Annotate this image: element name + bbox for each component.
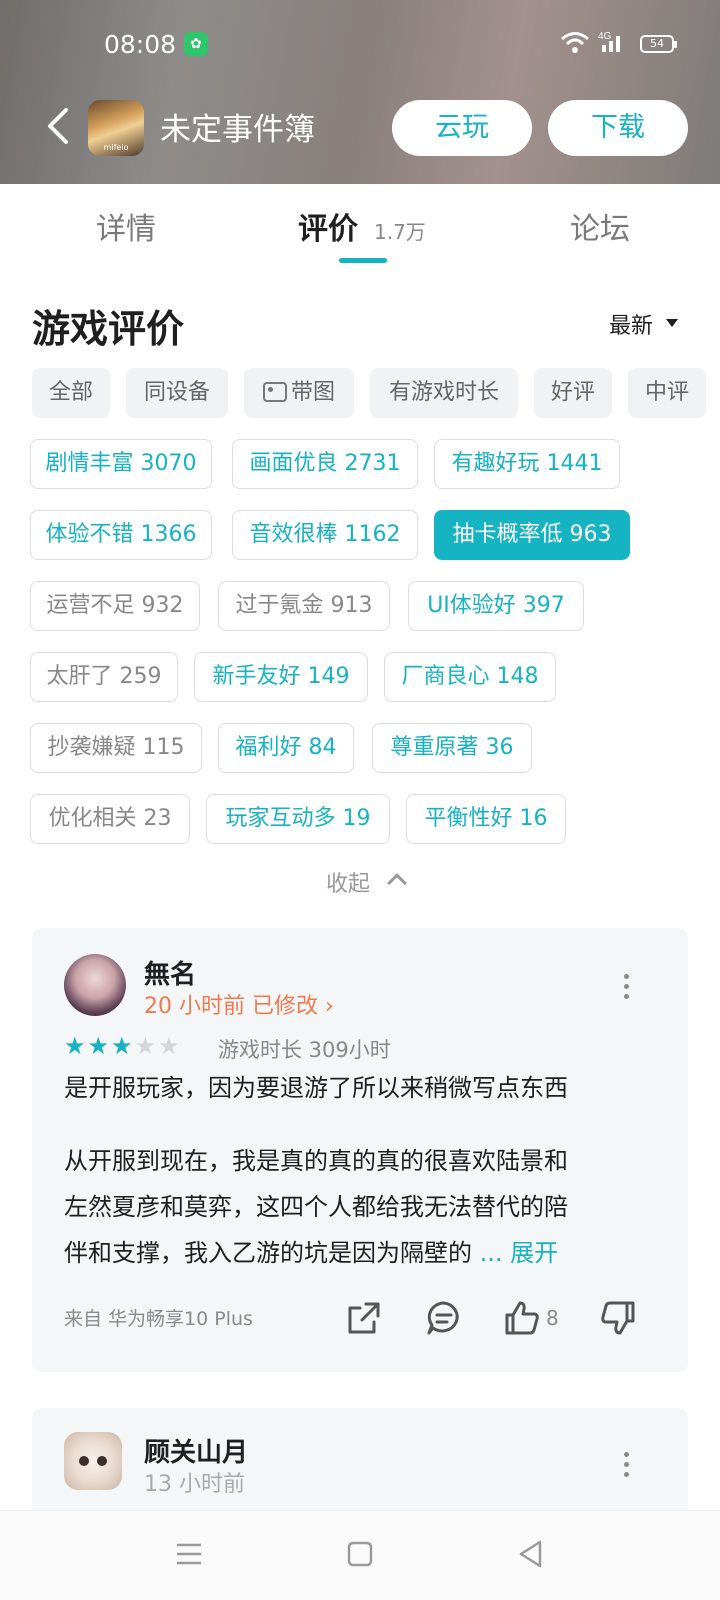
review-first-line: 是开服玩家，因为要退游了所以来稍微写点东西 bbox=[64, 1074, 568, 1102]
thumbs-up-icon[interactable] bbox=[502, 1298, 542, 1338]
tag-faithful-to-original[interactable]: 尊重原著 36 bbox=[372, 723, 532, 773]
filter-positive[interactable]: 好评 bbox=[534, 368, 612, 418]
tab-details[interactable]: 详情 bbox=[96, 204, 156, 248]
review-username[interactable]: 顾关山月 bbox=[144, 1432, 248, 1469]
avatar[interactable] bbox=[64, 954, 126, 1016]
star-filled-icon: ★ bbox=[111, 1032, 135, 1060]
review-time: 13 小时前 bbox=[144, 1472, 245, 1497]
expand-button[interactable]: ... 展开 bbox=[480, 1239, 559, 1267]
device-source: 来自 华为畅享10 Plus bbox=[64, 1308, 253, 1330]
tag-player-interaction[interactable]: 玩家互动多 19 bbox=[206, 794, 390, 844]
collapse-tags-button[interactable]: 收起 bbox=[326, 866, 370, 898]
review-time-text: 20 小时前 已修改 bbox=[144, 994, 318, 1019]
home-icon[interactable] bbox=[345, 1539, 375, 1569]
game-title: 未定事件簿 bbox=[160, 112, 315, 148]
notification-app-icon: ✿ bbox=[184, 32, 208, 56]
tag-fun[interactable]: 有趣好玩 1441 bbox=[434, 439, 620, 489]
cloud-play-button[interactable]: 云玩 bbox=[392, 100, 532, 156]
filter-with-images[interactable]: 带图 bbox=[244, 368, 354, 418]
tag-plagiarism[interactable]: 抄袭嫌疑 115 bbox=[30, 723, 202, 773]
more-options-icon[interactable] bbox=[624, 1452, 630, 1478]
star-empty-icon: ★ bbox=[134, 1032, 159, 1060]
filter-chips: 全部 同设备 带图 有游戏时长 好评 中评 bbox=[32, 368, 720, 420]
comment-icon[interactable] bbox=[424, 1298, 464, 1338]
tag-conscientious-dev[interactable]: 厂商良心 148 bbox=[384, 652, 556, 702]
back-nav-icon[interactable] bbox=[516, 1539, 546, 1569]
active-tab-indicator bbox=[339, 258, 387, 263]
game-icon-caption: mifeio bbox=[103, 143, 129, 152]
filter-same-device[interactable]: 同设备 bbox=[126, 368, 228, 418]
signal-icon: 4G bbox=[598, 31, 620, 52]
caret-down-icon[interactable] bbox=[666, 319, 678, 327]
avatar[interactable] bbox=[64, 1432, 122, 1490]
review-time[interactable]: 20 小时前 已修改 › bbox=[144, 988, 334, 1020]
tag-ui-good[interactable]: UI体验好 397 bbox=[408, 581, 584, 631]
game-icon[interactable]: mifeio bbox=[88, 100, 144, 156]
reviews-count: 1.7万 bbox=[374, 220, 426, 244]
wifi-icon bbox=[561, 32, 589, 53]
battery-icon: 54 bbox=[640, 35, 677, 53]
status-time: 08:08 bbox=[104, 30, 177, 59]
tag-grindy[interactable]: 太肝了 259 bbox=[30, 652, 178, 702]
tag-low-gacha-rate[interactable]: 抽卡概率低 963 bbox=[434, 510, 630, 560]
tab-reviews[interactable]: 评价 bbox=[298, 204, 358, 248]
like-count: 8 bbox=[546, 1306, 559, 1330]
review-card: 無名 20 小时前 已修改 › ★★★★★ 游戏时长 309小时 是开服玩家，因… bbox=[32, 928, 688, 1372]
chevron-up-icon[interactable] bbox=[387, 873, 407, 893]
filter-neutral[interactable]: 中评 bbox=[628, 368, 706, 418]
tab-forum[interactable]: 论坛 bbox=[570, 204, 630, 248]
status-bar: 08:08 ✿ 4G 54 bbox=[0, 0, 720, 90]
playtime: 游戏时长 309小时 bbox=[218, 1038, 391, 1062]
rating-stars: ★★★★★ bbox=[64, 1032, 182, 1060]
tag-graphics-good[interactable]: 画面优良 2731 bbox=[232, 439, 418, 489]
image-icon bbox=[262, 382, 287, 402]
tag-plot-rich[interactable]: 剧情丰富 3070 bbox=[30, 439, 212, 489]
chevron-right-icon: › bbox=[324, 994, 334, 1019]
star-filled-icon: ★ bbox=[64, 1032, 88, 1060]
review-username[interactable]: 無名 bbox=[144, 954, 196, 991]
share-icon[interactable] bbox=[344, 1298, 384, 1338]
tag-good-experience[interactable]: 体验不错 1366 bbox=[30, 510, 212, 560]
tag-pay-to-win[interactable]: 过于氪金 913 bbox=[218, 581, 390, 631]
tag-good-sound[interactable]: 音效很棒 1162 bbox=[232, 510, 418, 560]
tag-good-rewards[interactable]: 福利好 84 bbox=[218, 723, 354, 773]
filter-has-playtime[interactable]: 有游戏时长 bbox=[370, 368, 518, 418]
download-button[interactable]: 下载 bbox=[548, 100, 688, 156]
tag-optimization[interactable]: 优化相关 23 bbox=[30, 794, 190, 844]
star-empty-icon: ★ bbox=[158, 1032, 182, 1060]
tab-bar: 详情 评价 1.7万 论坛 bbox=[0, 184, 720, 270]
menu-icon[interactable] bbox=[174, 1539, 204, 1569]
filter-with-images-label: 带图 bbox=[290, 380, 335, 405]
review-body-line: 左然夏彦和莫弈，这四个人都给我无法替代的陪 bbox=[64, 1193, 568, 1221]
sort-dropdown[interactable]: 最新 bbox=[609, 308, 653, 340]
section-title: 游戏评价 bbox=[32, 307, 185, 351]
thumbs-down-icon[interactable] bbox=[598, 1298, 638, 1338]
review-body-line: 从开服到现在，我是真的真的真的很喜欢陆景和 bbox=[64, 1147, 568, 1175]
tag-poor-operation[interactable]: 运营不足 932 bbox=[30, 581, 200, 631]
system-nav-bar bbox=[0, 1510, 720, 1600]
review-body-line: 伴和支撑，我入乙游的坑是因为隔壁的 bbox=[64, 1239, 472, 1267]
filter-all[interactable]: 全部 bbox=[32, 368, 110, 418]
star-filled-icon: ★ bbox=[87, 1032, 112, 1060]
back-icon[interactable] bbox=[44, 104, 74, 148]
more-options-icon[interactable] bbox=[624, 974, 630, 1000]
tag-newbie-friendly[interactable]: 新手友好 149 bbox=[194, 652, 368, 702]
network-type-label: 4G bbox=[598, 31, 612, 42]
app-header: 08:08 ✿ 4G 54 mifeio 未定事件簿 云玩 下载 bbox=[0, 0, 720, 184]
tag-balanced[interactable]: 平衡性好 16 bbox=[406, 794, 566, 844]
review-body[interactable]: 从开服到现在，我是真的真的真的很喜欢陆景和 左然夏彦和莫弈，这四个人都给我无法替… bbox=[64, 1138, 664, 1276]
